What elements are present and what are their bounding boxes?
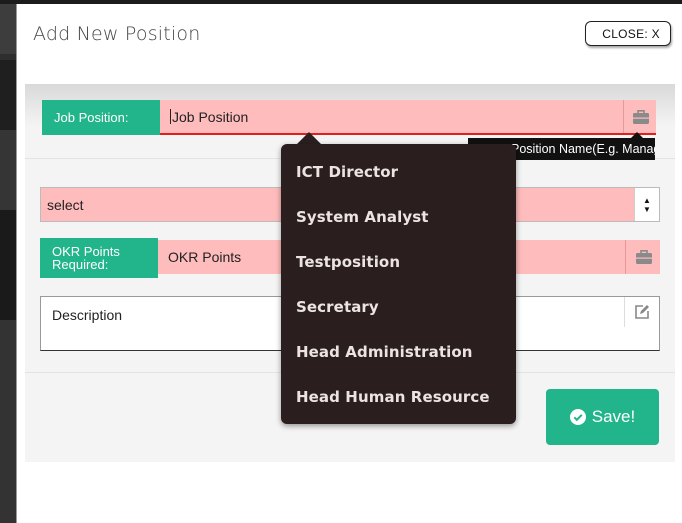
background-panel: [0, 60, 16, 130]
okr-points-label: OKR Points Required:: [40, 238, 158, 278]
save-label: Save!: [591, 407, 636, 426]
job-position-input[interactable]: Job Position: [160, 100, 656, 135]
tooltip-text: Position Name(E.g. Managers): [511, 142, 655, 156]
chevron-up-icon: ▲: [643, 195, 651, 205]
dropdown-item[interactable]: Secretary: [296, 298, 379, 316]
okr-label-line2: Required:: [52, 257, 109, 272]
text-cursor: [170, 109, 171, 124]
dropdown-arrow: [297, 132, 321, 144]
background-panel: [0, 130, 16, 210]
background-panel: [0, 4, 16, 54]
background-panel: [0, 320, 16, 523]
job-position-label: Job Position:: [42, 100, 160, 135]
briefcase-icon: [623, 100, 657, 133]
close-button[interactable]: CLOSE: X: [585, 21, 671, 46]
briefcase-icon: [625, 240, 661, 274]
okr-points-value: OKR Points: [168, 249, 242, 265]
dropdown-item[interactable]: ICT Director: [296, 163, 398, 181]
save-button[interactable]: Save!: [546, 389, 659, 445]
dropdown-item[interactable]: Head Administration: [296, 343, 473, 361]
dropdown-item[interactable]: Head Human Resource: [296, 388, 490, 406]
select-value: select: [47, 196, 84, 213]
modal-title: Add New Position: [33, 23, 201, 45]
select-stepper[interactable]: ▲ ▼: [634, 188, 659, 221]
dropdown-item[interactable]: System Analyst: [296, 208, 429, 226]
dropdown-item[interactable]: Testposition: [296, 253, 400, 271]
position-suggestions-dropdown: ICT Director System Analyst Testposition…: [281, 144, 516, 424]
edit-icon: [624, 297, 659, 327]
check-circle-icon: [569, 409, 586, 425]
background-panel: [0, 210, 16, 320]
chevron-down-icon: ▼: [643, 204, 651, 214]
description-placeholder: Description: [52, 307, 123, 323]
job-position-value: Job Position: [172, 108, 249, 125]
